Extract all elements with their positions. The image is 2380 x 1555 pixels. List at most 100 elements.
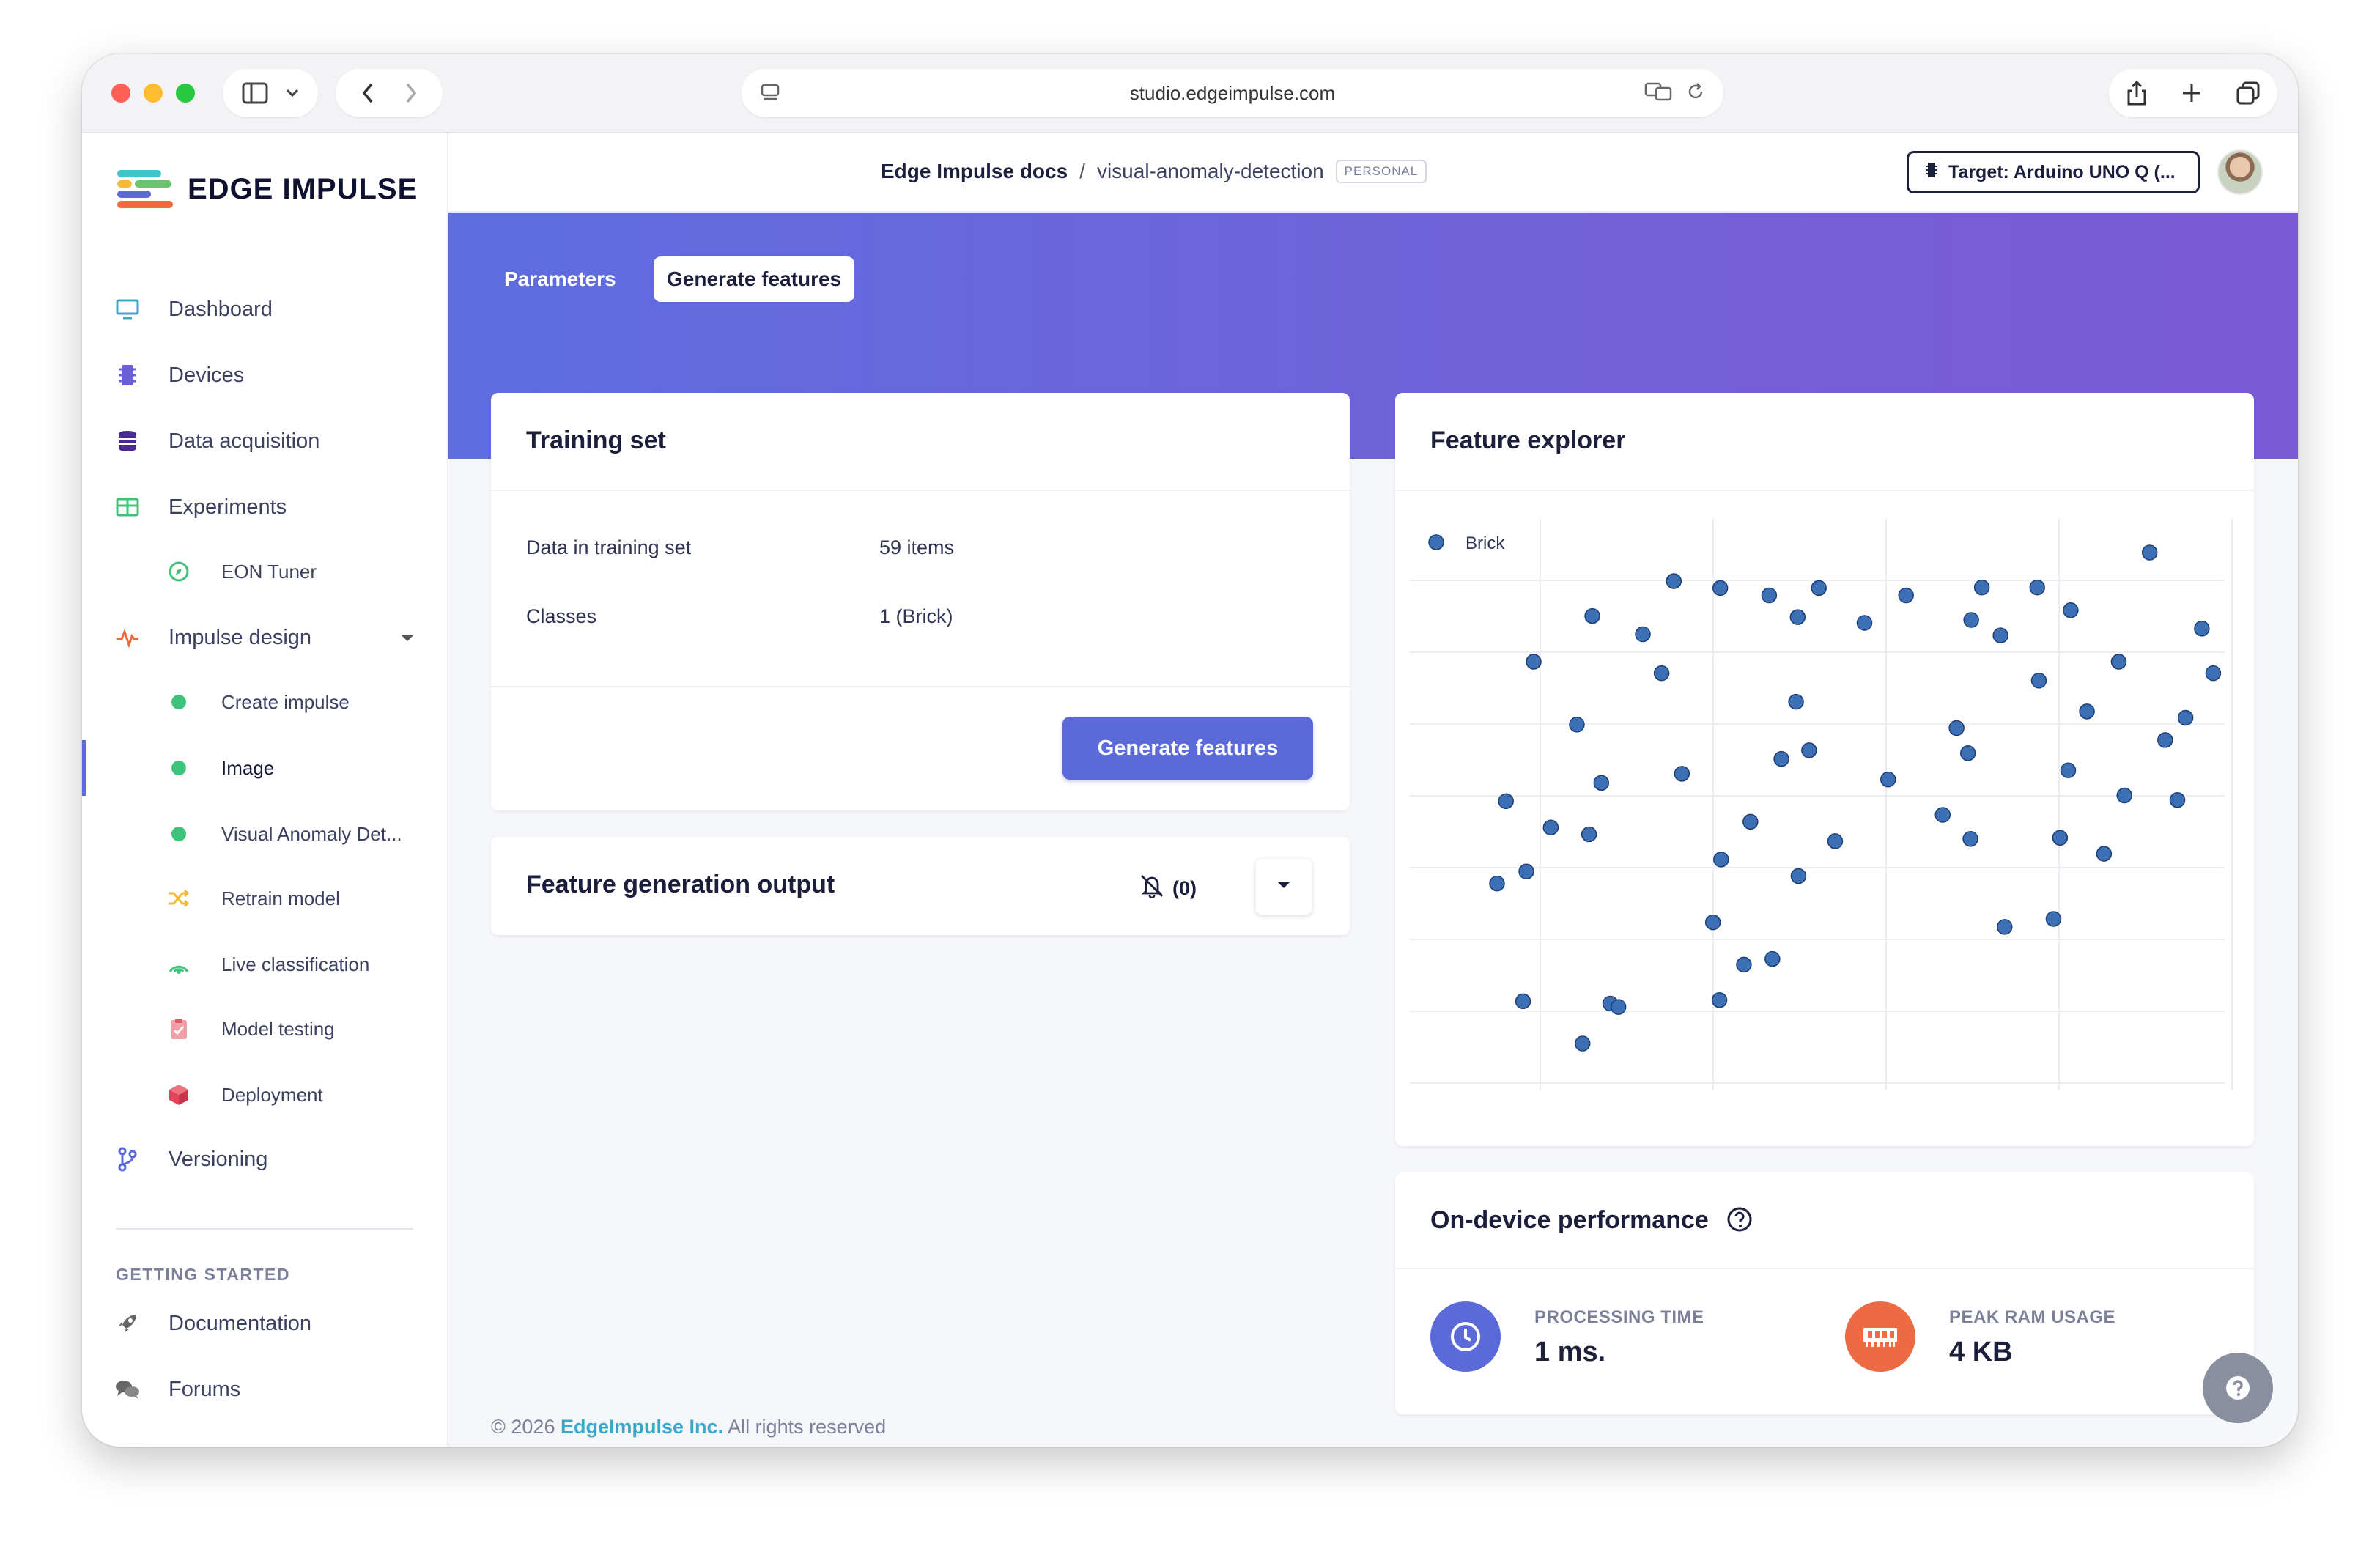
scatter-point[interactable] <box>1712 580 1729 596</box>
sidebar-item-impulse-design[interactable]: Impulse design <box>82 616 448 660</box>
back-arrow-icon[interactable] <box>361 82 374 104</box>
address-bar[interactable]: studio.edgeimpulse.com <box>742 69 1723 117</box>
notifications-toggle[interactable]: (0) <box>1139 873 1197 904</box>
caret-down-icon[interactable] <box>400 633 415 646</box>
feature-scatter-plot[interactable]: Brick <box>1395 490 2254 1146</box>
edge-impulse-logo[interactable]: EDGE IMPULSE <box>116 169 418 210</box>
scatter-point[interactable] <box>2194 621 2210 637</box>
scatter-point[interactable] <box>1713 852 1729 868</box>
sidebar-item-data-acquisition[interactable]: Data acquisition <box>82 419 448 463</box>
sidebar-item-devices[interactable]: Devices <box>82 353 448 397</box>
page-settings-icon[interactable] <box>759 82 781 104</box>
scatter-point[interactable] <box>2116 787 2132 804</box>
sidebar-item-eon-tuner[interactable]: EON Tuner <box>82 550 448 594</box>
scatter-point[interactable] <box>1773 750 1789 767</box>
scatter-point[interactable] <box>1788 693 1804 710</box>
scatter-point[interactable] <box>2030 672 2047 689</box>
scatter-point[interactable] <box>2063 602 2079 618</box>
scatter-point[interactable] <box>1992 627 2008 643</box>
minimize-window-button[interactable] <box>144 84 163 103</box>
target-device-button[interactable]: Target: Arduino UNO Q (... <box>1907 151 2200 193</box>
scatter-point[interactable] <box>1574 1035 1591 1052</box>
generate-features-button[interactable]: Generate features <box>1062 717 1313 780</box>
scatter-point[interactable] <box>2205 665 2222 682</box>
scatter-point[interactable] <box>2096 846 2113 862</box>
scatter-point[interactable] <box>1653 665 1670 682</box>
tab-parameters[interactable]: Parameters <box>491 256 629 302</box>
sidebar-item-visual-anomaly[interactable]: Visual Anomaly Det... <box>82 812 448 856</box>
share-icon[interactable] <box>2126 79 2148 107</box>
scatter-point[interactable] <box>1934 807 1951 823</box>
scatter-point[interactable] <box>1962 831 1978 847</box>
scatter-point[interactable] <box>1856 615 1873 631</box>
breadcrumb-org[interactable]: Edge Impulse docs <box>881 160 1068 183</box>
sidebar-item-model-testing[interactable]: Model testing <box>82 1007 448 1051</box>
forward-arrow-icon[interactable] <box>404 82 418 104</box>
scatter-point[interactable] <box>2052 830 2069 846</box>
scatter-point[interactable] <box>1811 580 1827 596</box>
scatter-point[interactable] <box>1827 833 1844 849</box>
help-circle-icon[interactable] <box>1726 1206 1753 1236</box>
scatter-point[interactable] <box>1666 573 1682 589</box>
scatter-point[interactable] <box>2169 792 2186 808</box>
maximize-window-button[interactable] <box>176 84 195 103</box>
scatter-point[interactable] <box>2060 762 2077 778</box>
scatter-point[interactable] <box>1569 717 1585 733</box>
scatter-point[interactable] <box>1898 587 1914 604</box>
sidebar-item-documentation[interactable]: Documentation <box>82 1301 448 1345</box>
scatter-point[interactable] <box>1711 992 1728 1008</box>
scatter-point[interactable] <box>1801 742 1817 758</box>
sidebar-item-experiments[interactable]: Experiments <box>82 485 448 529</box>
sidebar-item-live-classification[interactable]: Live classification <box>82 942 448 986</box>
reload-icon[interactable] <box>1685 81 1706 102</box>
scatter-point[interactable] <box>1742 813 1759 830</box>
scatter-point[interactable] <box>1880 771 1896 788</box>
expand-output-button[interactable] <box>1256 859 1312 915</box>
scatter-point[interactable] <box>1789 609 1806 625</box>
scatter-point[interactable] <box>1610 999 1627 1015</box>
translate-icon[interactable] <box>1644 81 1672 103</box>
scatter-point[interactable] <box>1959 745 1976 761</box>
scatter-point[interactable] <box>1498 793 1514 810</box>
scatter-point[interactable] <box>2157 732 2173 748</box>
sidebar-item-dashboard[interactable]: Dashboard <box>82 287 448 331</box>
sidebar-item-deployment[interactable]: Deployment <box>82 1073 448 1117</box>
help-button[interactable] <box>2203 1353 2273 1423</box>
user-avatar[interactable] <box>2217 149 2263 195</box>
sidebar-item-retrain-model[interactable]: Retrain model <box>82 876 448 920</box>
scatter-point[interactable] <box>1515 993 1531 1010</box>
scatter-point[interactable] <box>1581 826 1597 843</box>
scatter-point[interactable] <box>1674 766 1690 782</box>
scatter-point[interactable] <box>2029 579 2045 596</box>
scatter-point[interactable] <box>1526 654 1542 670</box>
sidebar-item-forums[interactable]: Forums <box>82 1367 448 1411</box>
scatter-point[interactable] <box>1973 579 1990 596</box>
scatter-point[interactable] <box>2141 544 2158 561</box>
sidebar-toggle-button[interactable] <box>223 69 318 117</box>
sidebar-item-versioning[interactable]: Versioning <box>82 1137 448 1181</box>
scatter-point[interactable] <box>1704 914 1721 931</box>
scatter-point[interactable] <box>1489 875 1505 892</box>
scatter-point[interactable] <box>2110 654 2127 670</box>
sidebar-item-image[interactable]: Image <box>82 740 448 796</box>
sidebar-item-create-impulse[interactable]: Create impulse <box>82 680 448 724</box>
scatter-point[interactable] <box>1790 868 1807 884</box>
company-link[interactable]: EdgeImpulse Inc. <box>561 1416 723 1438</box>
tabs-overview-icon[interactable] <box>2236 81 2261 106</box>
scatter-point[interactable] <box>1948 720 1965 736</box>
scatter-point[interactable] <box>1635 626 1651 643</box>
scatter-point[interactable] <box>1584 607 1600 624</box>
scatter-point[interactable] <box>1593 775 1610 791</box>
tab-generate-features[interactable]: Generate features <box>654 256 855 302</box>
scatter-point[interactable] <box>1736 956 1752 973</box>
scatter-point[interactable] <box>2079 703 2095 720</box>
scatter-point[interactable] <box>1518 863 1534 880</box>
scatter-point[interactable] <box>1764 950 1781 967</box>
scatter-point[interactable] <box>1963 612 1979 628</box>
breadcrumb-project[interactable]: visual-anomaly-detection <box>1097 160 1324 183</box>
scatter-point[interactable] <box>1997 919 2013 935</box>
close-window-button[interactable] <box>111 84 130 103</box>
scatter-point[interactable] <box>2045 911 2062 927</box>
new-tab-icon[interactable] <box>2181 82 2203 104</box>
scatter-point[interactable] <box>2177 709 2194 726</box>
